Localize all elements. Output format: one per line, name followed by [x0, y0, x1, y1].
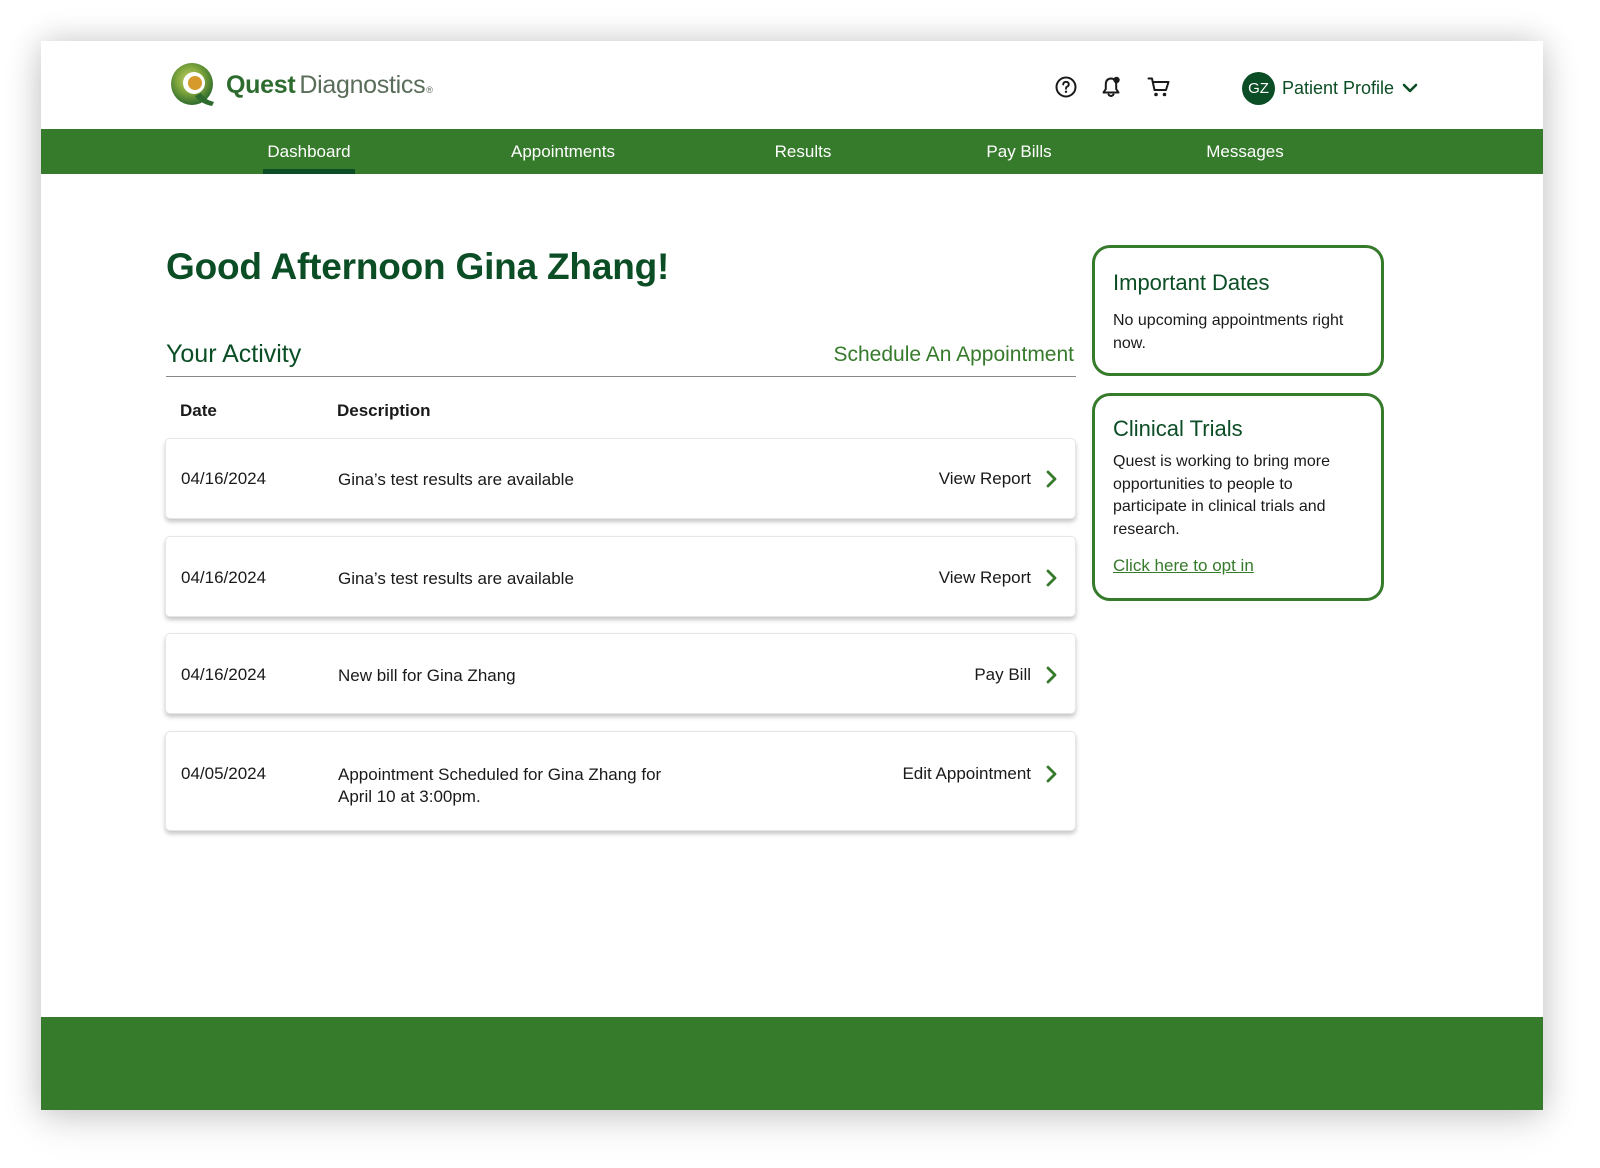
quest-logo-icon	[171, 63, 214, 106]
activity-row[interactable]: 04/16/2024 Gina’s test results are avail…	[165, 536, 1076, 617]
row-date: 04/16/2024	[181, 568, 267, 587]
page-title: Good Afternoon Gina Zhang!	[166, 246, 670, 287]
row-date: 04/16/2024	[181, 469, 267, 488]
profile-label: Patient Profile	[1282, 77, 1395, 98]
main-nav: Dashboard Appointments Results Pay Bills…	[41, 129, 1543, 174]
pay-bill-button[interactable]: Pay Bill	[974, 665, 1059, 685]
nav-tab-appointments[interactable]: Appointments	[498, 129, 628, 174]
section-divider	[166, 376, 1076, 377]
nav-tab-label: Dashboard	[267, 141, 351, 161]
chevron-right-icon	[1045, 765, 1059, 783]
row-description: Gina’s test results are available	[338, 470, 574, 489]
card-body: No upcoming appointments right now.	[1113, 312, 1344, 352]
logo-wordmark: Quest Diagnostics ®	[226, 71, 433, 100]
schedule-appointment-link[interactable]: Schedule An Appointment	[833, 343, 1074, 367]
avatar: GZ	[1242, 71, 1275, 105]
cart-icon[interactable]	[1147, 75, 1171, 99]
activity-row[interactable]: 04/16/2024 Gina’s test results are avail…	[165, 438, 1076, 519]
view-report-button[interactable]: View Report	[939, 469, 1059, 489]
row-description: Gina’s test results are available	[338, 569, 574, 588]
logo-text-light: Diagnostics	[299, 70, 426, 99]
view-report-button[interactable]: View Report	[939, 568, 1059, 588]
active-tab-indicator	[263, 169, 355, 174]
edit-appointment-button[interactable]: Edit Appointment	[902, 764, 1059, 784]
row-description: New bill for Gina Zhang	[338, 666, 516, 685]
row-action-label: View Report	[938, 469, 1031, 488]
important-dates-card: Important Dates No upcoming appointments…	[1092, 245, 1384, 376]
quest-logo[interactable]: Quest Diagnostics ®	[168, 59, 433, 111]
help-icon[interactable]	[1054, 75, 1078, 99]
top-header: Quest Diagnostics ® GZ Patient Profile	[41, 41, 1543, 129]
row-date: 04/16/2024	[181, 665, 267, 684]
row-action-label: View Report	[938, 568, 1031, 587]
patient-profile-menu[interactable]: GZ Patient Profile	[1242, 71, 1418, 105]
row-action-label: Edit Appointment	[902, 764, 1031, 783]
column-header-date: Date	[180, 401, 217, 420]
chevron-right-icon	[1045, 569, 1059, 587]
nav-tab-results[interactable]: Results	[765, 129, 841, 174]
page-footer	[41, 1017, 1543, 1110]
nav-tab-label: Messages	[1206, 141, 1284, 161]
app-window: Quest Diagnostics ® GZ Patient Profile D…	[41, 41, 1543, 1110]
opt-in-link[interactable]: Click here to opt in	[1113, 556, 1254, 576]
nav-tab-dashboard[interactable]: Dashboard	[263, 129, 355, 174]
nav-tab-pay-bills[interactable]: Pay Bills	[977, 129, 1061, 174]
row-action-label: Pay Bill	[974, 665, 1031, 684]
nav-tab-label: Appointments	[511, 141, 615, 161]
nav-tab-label: Pay Bills	[986, 141, 1052, 161]
row-date: 04/05/2024	[181, 764, 267, 783]
logo-text-bold: Quest	[226, 70, 296, 99]
card-title: Clinical Trials	[1113, 416, 1243, 441]
nav-tab-label: Results	[774, 141, 832, 161]
card-body: Quest is working to bring more opportuni…	[1113, 453, 1330, 538]
activity-row[interactable]: 04/05/2024 Appointment Scheduled for Gin…	[165, 731, 1076, 831]
logo-registered-mark: ®	[426, 84, 433, 95]
chevron-down-icon	[1402, 80, 1418, 96]
notification-bell-icon[interactable]	[1099, 75, 1123, 99]
activity-row[interactable]: 04/16/2024 New bill for Gina Zhang Pay B…	[165, 633, 1076, 714]
chevron-right-icon	[1045, 470, 1059, 488]
clinical-trials-card: Clinical Trials Quest is working to brin…	[1092, 393, 1384, 601]
row-description: Appointment Scheduled for Gina Zhang for…	[338, 765, 662, 806]
activity-section-title: Your Activity	[166, 340, 302, 368]
column-header-description: Description	[337, 401, 431, 420]
chevron-right-icon	[1045, 666, 1059, 684]
card-title: Important Dates	[1113, 270, 1270, 295]
nav-tab-messages[interactable]: Messages	[1197, 129, 1293, 174]
